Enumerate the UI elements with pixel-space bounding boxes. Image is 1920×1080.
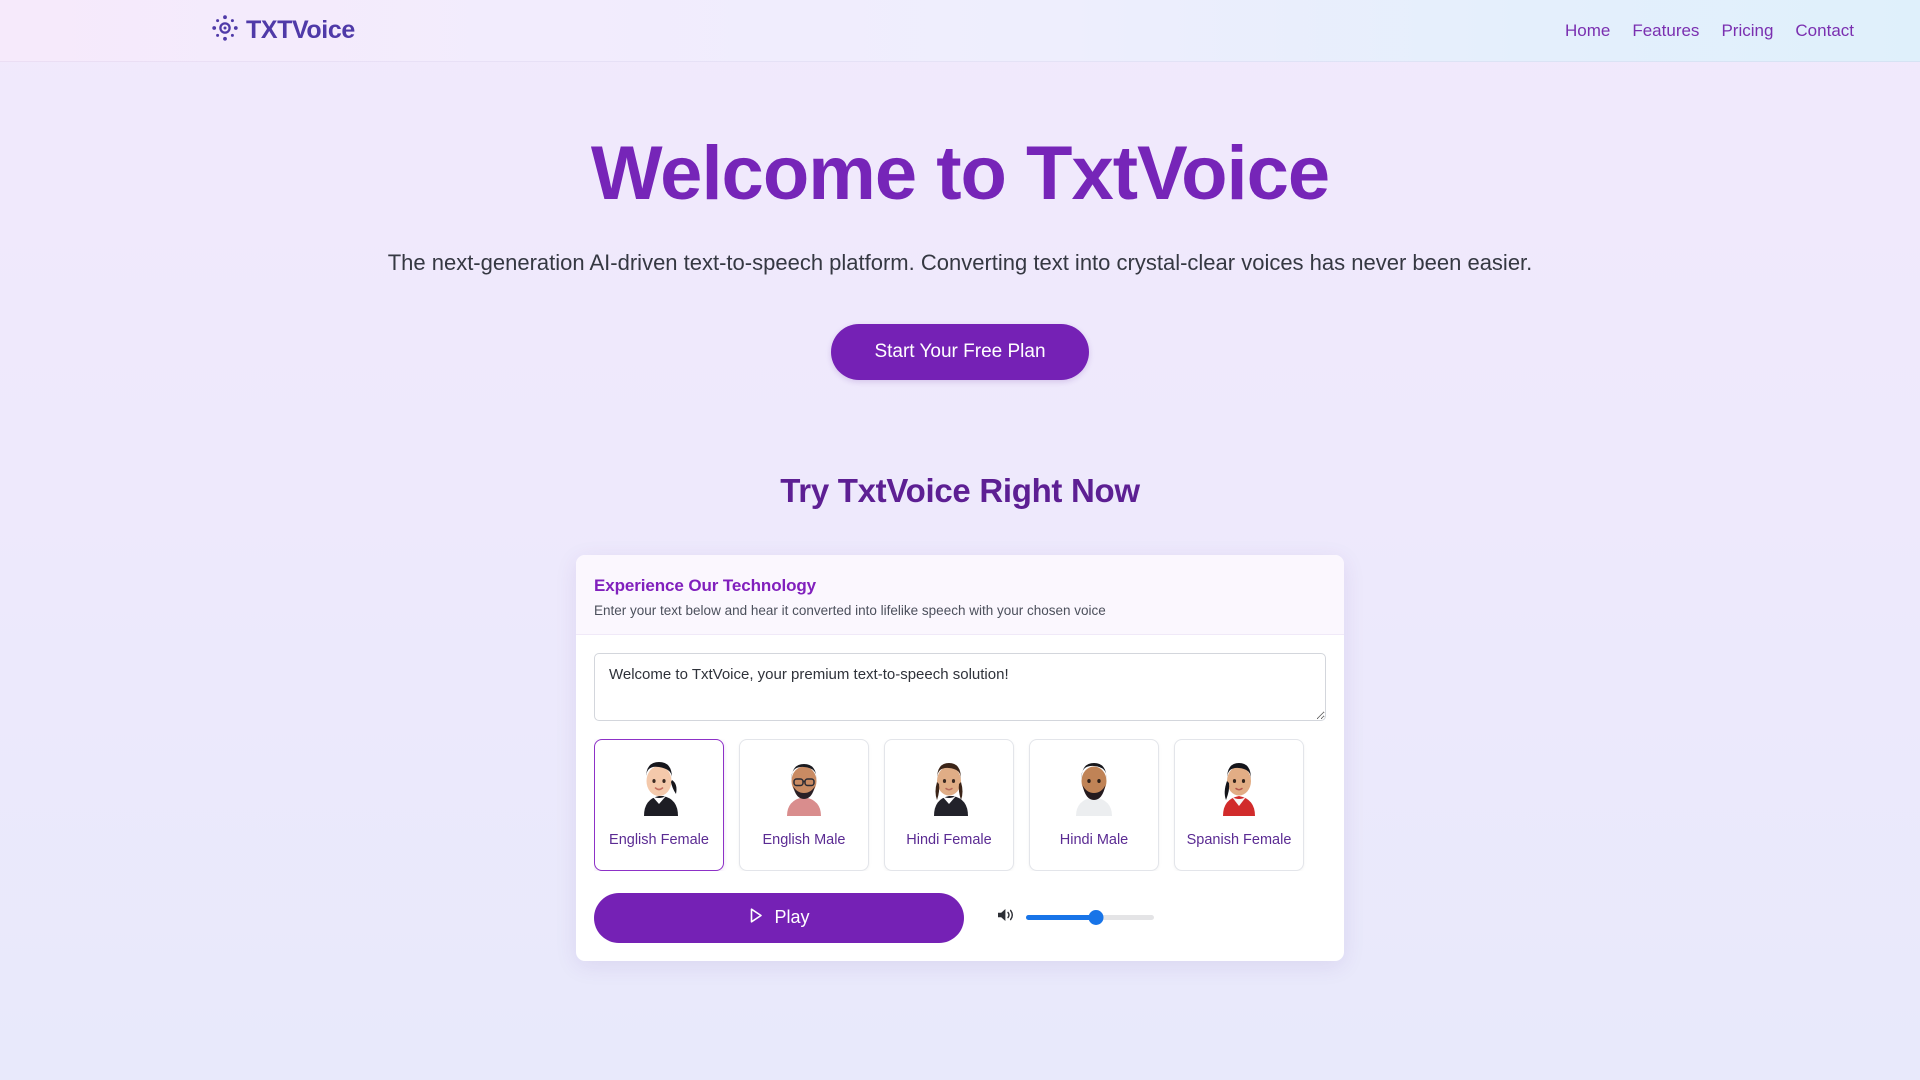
volume-slider-fill <box>1026 915 1097 921</box>
demo-section: Try TxtVoice Right Now Experience Our Te… <box>0 472 1920 961</box>
avatar-spanish-female <box>1202 750 1276 824</box>
voice-card-english-male[interactable]: English Male <box>739 738 869 871</box>
avatar-english-male <box>767 750 841 824</box>
avatar-english-female <box>622 750 696 824</box>
nav-link-features[interactable]: Features <box>1632 21 1699 41</box>
demo-card-description: Enter your text below and hear it conver… <box>594 602 1106 618</box>
voice-label: Hindi Female <box>906 831 992 848</box>
hero-section: Welcome to TxtVoice The next-generation … <box>0 62 1920 380</box>
voice-label: English Female <box>609 831 709 848</box>
start-free-plan-button[interactable]: Start Your Free Plan <box>831 323 1089 380</box>
voice-card-english-female[interactable]: English Female <box>594 738 724 871</box>
nav-link-home[interactable]: Home <box>1565 21 1610 41</box>
demo-card-header: Experience Our Technology Enter your tex… <box>576 554 1344 635</box>
voice-card-spanish-female[interactable]: Spanish Female <box>1174 738 1304 871</box>
nav-link-contact[interactable]: Contact <box>1795 21 1854 41</box>
voice-label: Spanish Female <box>1186 831 1292 848</box>
demo-card: Experience Our Technology Enter your tex… <box>576 554 1344 961</box>
voice-card-hindi-female[interactable]: Hindi Female <box>884 738 1014 871</box>
demo-card-body: English Female Eng <box>576 635 1344 961</box>
playback-controls: Play <box>594 892 1326 943</box>
brand-name: TXTVoice <box>246 16 355 44</box>
avatar-hindi-female <box>912 750 986 824</box>
sunburst-dots-icon <box>210 13 240 48</box>
site-header: TXTVoice Home Features Pricing Contact <box>0 0 1920 62</box>
brand-logo[interactable]: TXTVoice <box>210 13 355 48</box>
voice-card-hindi-male[interactable]: Hindi Male <box>1029 738 1159 871</box>
speaker-volume-icon[interactable] <box>996 906 1015 929</box>
hero-subtitle: The next-generation AI-driven text-to-sp… <box>387 249 1533 275</box>
play-triangle-icon <box>748 907 764 929</box>
voice-label: English Male <box>762 831 846 848</box>
demo-card-title: Experience Our Technology <box>594 575 817 595</box>
volume-slider[interactable] <box>1026 909 1154 927</box>
volume-slider-thumb[interactable] <box>1088 910 1104 926</box>
play-button-label: Play <box>774 907 810 928</box>
voice-label: Hindi Male <box>1059 831 1129 848</box>
volume-control <box>996 906 1154 929</box>
demo-section-heading: Try TxtVoice Right Now <box>780 471 1140 509</box>
avatar-hindi-male <box>1057 750 1131 824</box>
tts-text-input[interactable] <box>594 652 1326 721</box>
page-title: Welcome to TxtVoice <box>590 131 1330 216</box>
voice-selector-strip: English Female English Male Hindi Female… <box>594 738 1326 871</box>
play-button[interactable]: Play <box>594 892 964 943</box>
nav-link-pricing[interactable]: Pricing <box>1721 21 1773 41</box>
main-nav: Home Features Pricing Contact <box>1565 21 1854 41</box>
